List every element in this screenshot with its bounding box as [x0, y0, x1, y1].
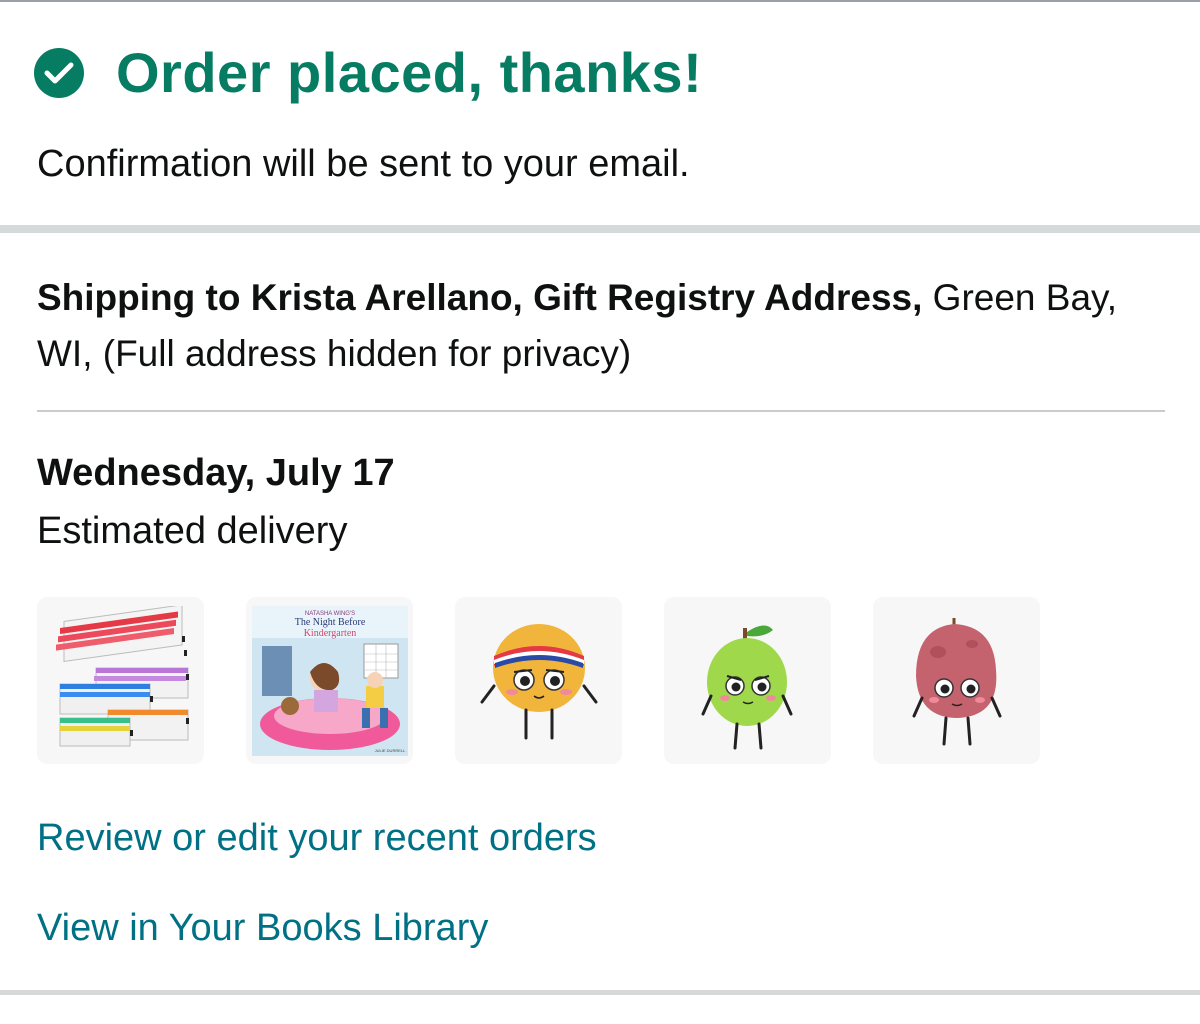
book-title-line2-text: Kindergarten — [303, 628, 356, 639]
check-circle-icon — [34, 47, 84, 98]
review-orders-link[interactable]: Review or edit your recent orders — [37, 817, 597, 860]
books-library-link[interactable]: View in Your Books Library — [37, 907, 488, 950]
book-title-line1-text: The Night Before — [294, 617, 365, 628]
confirmation-message: Confirmation will be sent to your email. — [37, 143, 690, 185]
shipping-address: Shipping to Krista Arellano, Gift Regist… — [37, 270, 1177, 382]
delivery-label: Estimated delivery — [37, 510, 348, 552]
green-apple-plush-toy-image[interactable] — [664, 597, 831, 764]
pouch-stack-red — [55, 605, 182, 662]
shipping-recipient: Shipping to Krista Arellano, Gift Regist… — [37, 277, 923, 318]
delivery-date: Wednesday, July 17 — [37, 452, 395, 494]
book-the-night-before-kindergarten-image[interactable]: NATASHA WING'S The Night Before Kinderga… — [246, 597, 413, 764]
divider — [37, 410, 1165, 412]
order-confirmation-header: Order placed, thanks! — [34, 40, 702, 105]
bottom-divider — [0, 990, 1200, 995]
mesh-zipper-pouches-image[interactable] — [37, 597, 204, 764]
page-title: Order placed, thanks! — [116, 41, 703, 104]
order-items: NATASHA WING'S The Night Before Kinderga… — [37, 597, 1082, 764]
potato-plush-toy-image[interactable] — [873, 597, 1040, 764]
section-divider — [0, 225, 1200, 233]
orange-plush-toy-image[interactable] — [455, 597, 622, 764]
book-illustrator-text: JULIE DURRELL — [374, 748, 405, 753]
top-divider — [0, 0, 1200, 2]
